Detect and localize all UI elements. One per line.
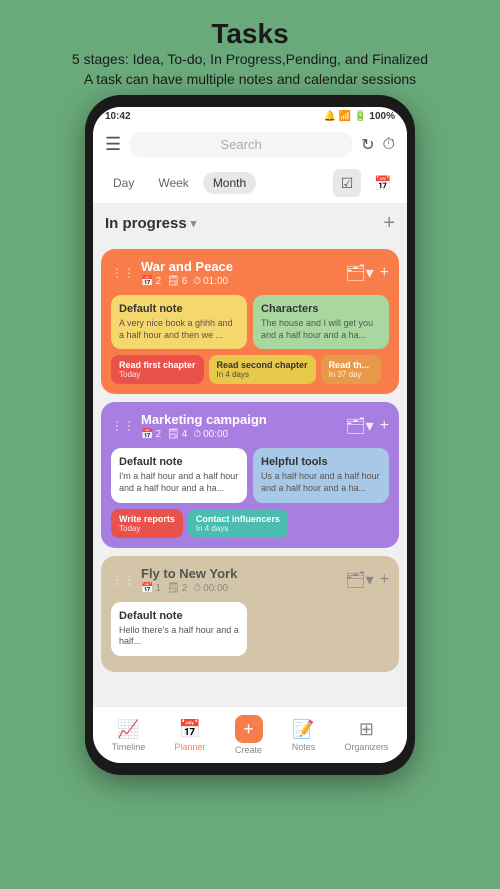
task-card-header: ⋮⋮ War and Peace 📅 2 🗒 6 ⏱ 01:00 🗂▾ [111, 259, 389, 287]
header-icons: ↻ ⏱ [361, 135, 395, 155]
section-title[interactable]: In progress ▾ [105, 215, 196, 232]
notes-grid-war-peace: Default note A very nice book a ghhh and… [111, 295, 389, 349]
section-add-button[interactable]: + [383, 212, 395, 235]
session-read-third[interactable]: Read th... In 37 day [321, 355, 381, 384]
session-read-second[interactable]: Read second chapter In 4 days [209, 355, 316, 384]
status-bar: 10:42 🔔 📶 🔋 100% [93, 107, 407, 126]
hamburger-icon[interactable]: ☰ [105, 134, 121, 155]
task-card-actions: 🗂▾ + [345, 263, 389, 283]
drag-handle-fly[interactable]: ⋮⋮ [111, 573, 135, 587]
timeline-icon: 📈 [117, 719, 139, 740]
section-header: In progress ▾ + [93, 204, 407, 243]
task-meta-war-peace: 📅 2 🗒 6 ⏱ 01:00 [141, 276, 233, 287]
nav-notes[interactable]: 📝 Notes [286, 717, 322, 754]
tab-day[interactable]: Day [103, 172, 144, 194]
task-copy-icon-fly[interactable]: 🗂▾ [345, 570, 373, 590]
session-contact-influencers[interactable]: Contact influencers In 4 days [188, 509, 288, 538]
page-subtitle: 5 stages: Idea, To-do, In Progress,Pendi… [20, 50, 480, 89]
bottom-nav: 📈 Timeline 📅 Planner + Create 📝 Notes ⊞ … [93, 706, 407, 763]
task-add-icon-marketing[interactable]: + [380, 417, 389, 435]
checklist-icon-btn[interactable]: ☑ [333, 169, 361, 197]
task-card-header-fly: ⋮⋮ Fly to New York 📅 1 🗒 2 ⏱ 00:00 🗂▾ [111, 566, 389, 594]
notes-grid-marketing: Default note I'm a half hour and a half … [111, 448, 389, 502]
session-read-first[interactable]: Read first chapter Today [111, 355, 204, 384]
task-title-war-peace: War and Peace [141, 259, 233, 274]
task-meta-fly: 📅 1 🗒 2 ⏱ 00:00 [141, 583, 237, 594]
task-copy-icon[interactable]: 🗂▾ [345, 263, 373, 283]
nav-create[interactable]: + Create [229, 713, 269, 757]
drag-handle[interactable]: ⋮⋮ [111, 266, 135, 280]
notes-grid-fly: Default note Hello there's a half hour a… [111, 602, 389, 656]
task-card-marketing: ⋮⋮ Marketing campaign 📅 2 🗒 4 ⏱ 00:00 🗂▾ [101, 402, 399, 547]
organizers-icon: ⊞ [359, 719, 374, 740]
task-card-actions-marketing: 🗂▾ + [345, 416, 389, 436]
nav-timeline[interactable]: 📈 Timeline [106, 717, 152, 754]
phone-screen: 10:42 🔔 📶 🔋 100% ☰ Search ↻ ⏱ Day Week M… [93, 107, 407, 763]
task-card-header-marketing: ⋮⋮ Marketing campaign 📅 2 🗒 4 ⏱ 00:00 🗂▾ [111, 412, 389, 440]
task-add-icon[interactable]: + [380, 264, 389, 282]
note-card-characters[interactable]: Characters The house and I will get you … [253, 295, 389, 349]
app-header: ☰ Search ↻ ⏱ [93, 126, 407, 163]
page-header: Tasks 5 stages: Idea, To-do, In Progress… [0, 0, 500, 97]
tab-bar: Day Week Month ☑ 📅 [93, 163, 407, 204]
task-card-fly-new-york: ⋮⋮ Fly to New York 📅 1 🗒 2 ⏱ 00:00 🗂▾ [101, 556, 399, 672]
task-card-war-and-peace: ⋮⋮ War and Peace 📅 2 🗒 6 ⏱ 01:00 🗂▾ [101, 249, 399, 394]
status-battery: 100% [369, 111, 395, 122]
task-title-marketing: Marketing campaign [141, 412, 267, 427]
tab-icons: ☑ 📅 [333, 169, 397, 197]
sessions-row-marketing: Write reports Today Contact influencers … [111, 509, 389, 538]
nav-organizers[interactable]: ⊞ Organizers [338, 717, 394, 754]
content-scroll: ⋮⋮ War and Peace 📅 2 🗒 6 ⏱ 01:00 🗂▾ [93, 243, 407, 706]
phone-frame: 10:42 🔔 📶 🔋 100% ☰ Search ↻ ⏱ Day Week M… [85, 95, 415, 775]
search-bar[interactable]: Search [129, 132, 353, 157]
tab-month[interactable]: Month [203, 172, 256, 194]
task-copy-icon-marketing[interactable]: 🗂▾ [345, 416, 373, 436]
drag-handle-marketing[interactable]: ⋮⋮ [111, 419, 135, 433]
task-card-actions-fly: 🗂▾ + [345, 570, 389, 590]
status-time: 10:42 [105, 111, 131, 122]
timer-icon[interactable]: ⏱ [383, 136, 395, 154]
notes-icon: 📝 [292, 719, 314, 740]
task-meta-marketing: 📅 2 🗒 4 ⏱ 00:00 [141, 429, 267, 440]
create-icon: + [235, 715, 263, 743]
status-icons: 🔔 📶 🔋 [324, 111, 367, 122]
task-title-fly: Fly to New York [141, 566, 237, 581]
tab-week[interactable]: Week [148, 172, 198, 194]
refresh-icon[interactable]: ↻ [361, 135, 374, 155]
task-add-icon-fly[interactable]: + [380, 571, 389, 589]
note-card-default-marketing[interactable]: Default note I'm a half hour and a half … [111, 448, 247, 502]
page-title: Tasks [20, 18, 480, 50]
note-card-fly-default[interactable]: Default note Hello there's a half hour a… [111, 602, 247, 656]
planner-icon: 📅 [179, 719, 201, 740]
sessions-row-war-peace: Read first chapter Today Read second cha… [111, 355, 389, 384]
note-card-default[interactable]: Default note A very nice book a ghhh and… [111, 295, 247, 349]
status-right: 🔔 📶 🔋 100% [324, 111, 396, 122]
section-chevron: ▾ [191, 217, 197, 230]
session-write-reports[interactable]: Write reports Today [111, 509, 183, 538]
calendar-icon-btn[interactable]: 📅 [369, 169, 397, 197]
nav-planner[interactable]: 📅 Planner [168, 717, 211, 754]
note-card-helpful[interactable]: Helpful tools Us a half hour and a half … [253, 448, 389, 502]
